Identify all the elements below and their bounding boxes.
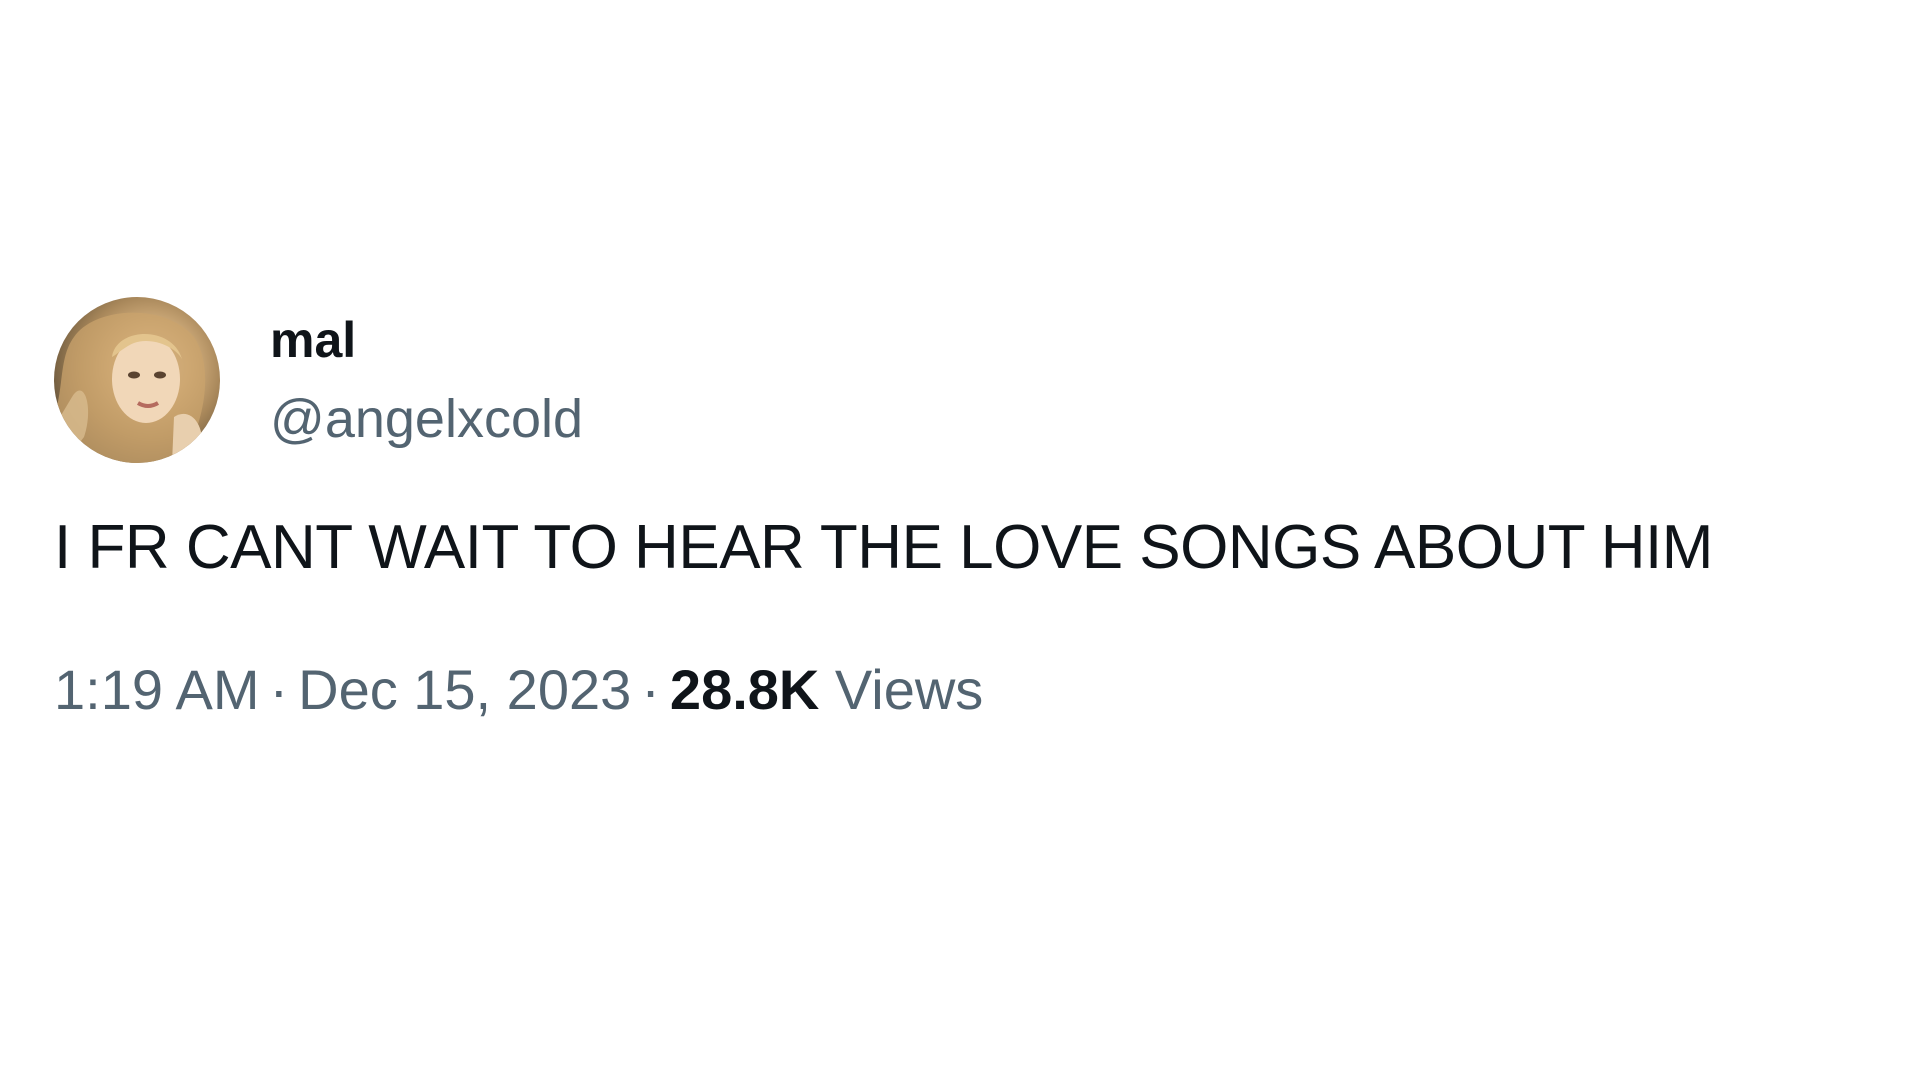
tweet-time[interactable]: 1:19 AM (54, 658, 259, 721)
views-label[interactable]: Views (835, 658, 983, 721)
tweet-date[interactable]: Dec 15, 2023 (298, 658, 631, 721)
tweet-meta: 1:19 AM · Dec 15, 2023 · 28.8K Views (54, 654, 1914, 726)
meta-separator: · (641, 658, 660, 721)
display-name[interactable]: mal (270, 310, 583, 370)
profile-photo-icon (54, 312, 219, 463)
user-names: mal @angelxcold (270, 306, 583, 454)
tweet-card: mal @angelxcold I FR CANT WAIT TO HEAR T… (54, 296, 1914, 726)
meta-separator: · (269, 658, 289, 721)
avatar[interactable] (54, 297, 220, 463)
views-count[interactable]: 28.8K (670, 658, 819, 721)
user-handle[interactable]: @angelxcold (270, 384, 583, 454)
tweet-header: mal @angelxcold (54, 296, 1914, 464)
tweet-text: I FR CANT WAIT TO HEAR THE LOVE SONGS AB… (54, 513, 1713, 582)
